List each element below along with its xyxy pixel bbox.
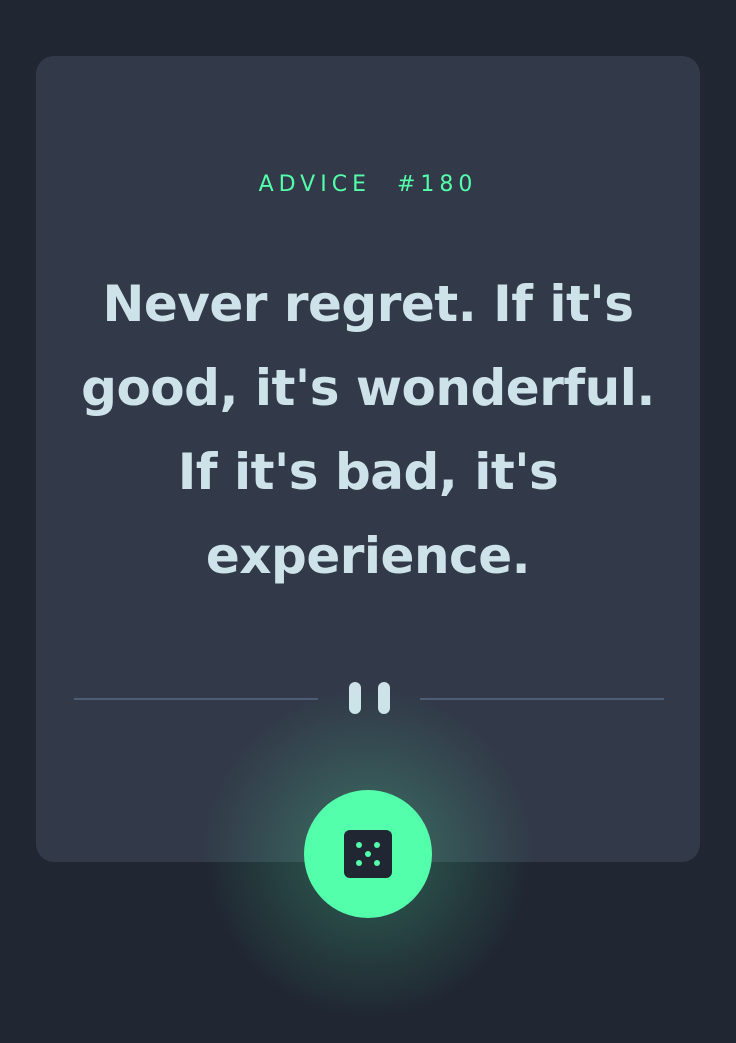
- divider-left-line: [74, 698, 318, 700]
- new-advice-button[interactable]: [304, 790, 432, 918]
- advice-heading: ADVICE #180: [0, 172, 736, 197]
- advice-quote: Never regret. If it's good, it's wonderf…: [81, 275, 655, 585]
- advice-number: #180: [396, 172, 478, 197]
- divider-right-line: [420, 698, 664, 700]
- dice-icon: [344, 830, 392, 878]
- advice-label: ADVICE: [258, 172, 371, 197]
